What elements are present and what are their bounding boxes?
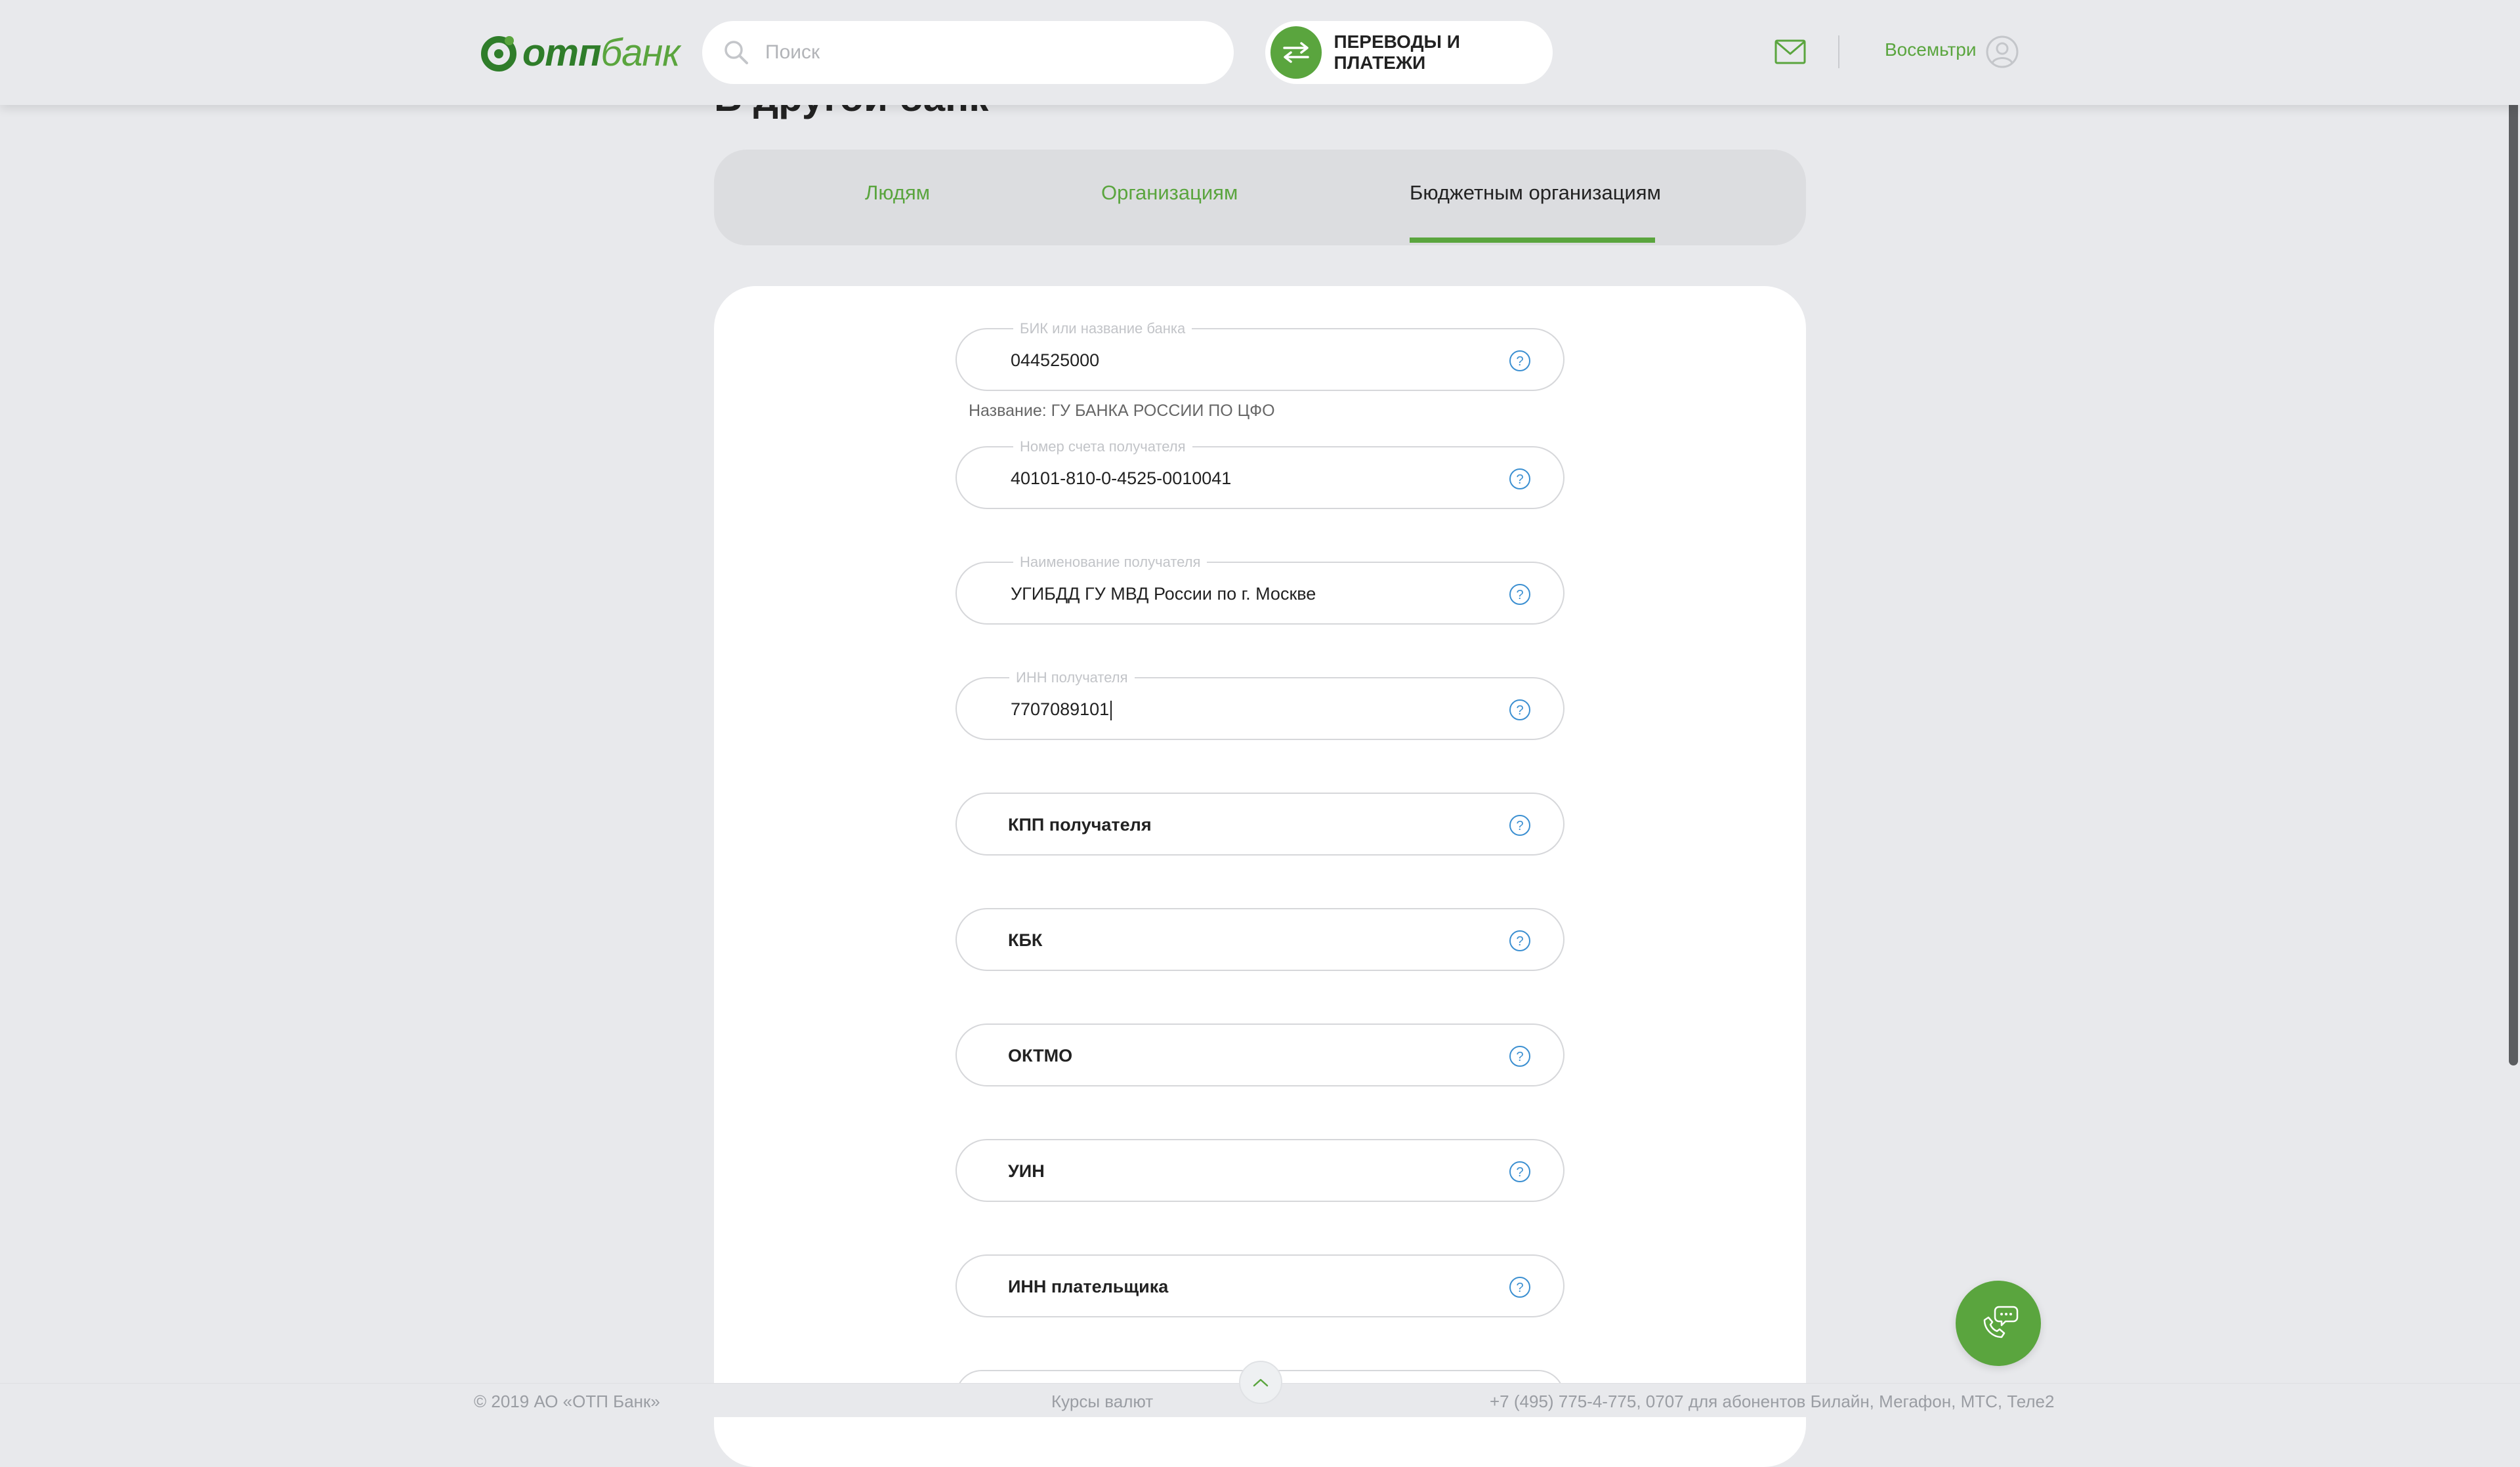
kpp-field[interactable]: КПП получателя ? [956, 793, 1564, 856]
help-icon[interactable]: ? [1508, 814, 1532, 837]
tab-budget-organizations[interactable]: Бюджетным организациям [1410, 181, 1661, 205]
bik-field-label: БИК или название банка [1013, 320, 1192, 337]
search-icon [724, 41, 748, 64]
svg-text:?: ? [1516, 1165, 1523, 1180]
recipient-inn-field[interactable]: ИНН получателя 7707089101 ? [956, 669, 1564, 740]
recipient-type-tabs: Людям Организациям Бюджетным организация… [714, 150, 1806, 245]
search-input[interactable] [764, 41, 1210, 64]
header-divider [1838, 35, 1839, 68]
payer-inn-placeholder: ИНН плательщика [1008, 1277, 1169, 1296]
tab-people[interactable]: Людям [865, 181, 930, 205]
svg-text:?: ? [1516, 1050, 1523, 1064]
uin-placeholder: УИН [1008, 1161, 1045, 1181]
recipient-inn-label: ИНН получателя [1009, 669, 1135, 686]
footer-phones: +7 (495) 775-4-775, 0707 для абонентов Б… [1490, 1392, 2055, 1411]
oktmo-field[interactable]: ОКТМО ? [956, 1023, 1564, 1086]
active-tab-indicator [1410, 238, 1655, 243]
help-icon[interactable]: ? [1508, 1044, 1532, 1068]
recipient-account-label: Номер счета получателя [1013, 438, 1192, 455]
help-icon[interactable]: ? [1508, 583, 1532, 606]
svg-text:?: ? [1516, 354, 1523, 369]
recipient-account-value: 40101-810-0-4525-0010041 [1011, 468, 1232, 488]
user-avatar-icon[interactable] [1986, 35, 2019, 68]
otp-bank-logo[interactable]: отпбанк [479, 31, 681, 75]
footer-exchange-rates-link[interactable]: Курсы валют [1051, 1392, 1153, 1412]
help-icon[interactable]: ? [1508, 929, 1532, 953]
mail-icon[interactable] [1774, 39, 1806, 64]
transfers-label: ПЕРЕВОДЫ И ПЛАТЕЖИ [1334, 31, 1460, 73]
recipient-name-field[interactable]: Наименование получателя УГИБДД ГУ МВД Ро… [956, 554, 1564, 625]
bik-field[interactable]: БИК или название банка 044525000 ? [956, 320, 1564, 391]
chevron-up-icon [1253, 1378, 1269, 1387]
otp-logo-mark-icon [481, 36, 516, 72]
scrollbar-thumb[interactable] [2509, 79, 2518, 1065]
help-icon[interactable]: ? [1508, 698, 1532, 722]
uin-field[interactable]: УИН ? [956, 1139, 1564, 1202]
help-icon[interactable]: ? [1508, 349, 1532, 373]
footer-copyright: © 2019 АО «ОТП Банк» [474, 1392, 660, 1411]
logo-text-otp: отп [522, 31, 601, 74]
search-box[interactable] [702, 21, 1234, 84]
phone-chat-icon [1983, 1306, 2019, 1338]
scroll-to-top-button[interactable] [1239, 1361, 1282, 1404]
svg-text:?: ? [1516, 934, 1523, 949]
svg-text:?: ? [1516, 703, 1523, 718]
bank-name-text: Название: ГУ БАНКА РОССИИ ПО ЦФО [969, 402, 1275, 420]
recipient-inn-value: 7707089101 [1011, 698, 1112, 720]
recipient-name-value: УГИБДД ГУ МВД России по г. Москве [1011, 584, 1316, 604]
user-name-link[interactable]: Восемьтри [1885, 39, 1977, 60]
logo-text: отпбанк [522, 31, 681, 75]
kbk-field[interactable]: КБК ? [956, 908, 1564, 971]
arrows-exchange-icon [1283, 42, 1309, 63]
svg-text:?: ? [1516, 1281, 1523, 1295]
recipient-name-label: Наименование получателя [1013, 554, 1208, 571]
help-icon[interactable]: ? [1508, 467, 1532, 491]
payer-inn-field[interactable]: ИНН плательщика ? [956, 1254, 1564, 1317]
recipient-inn-text: 7707089101 [1011, 699, 1110, 719]
top-navigation-bar: отпбанк ПЕРЕВОДЫ И ПЛАТЕЖИ Восемьтри [0, 0, 2520, 105]
bik-field-value: 044525000 [1011, 350, 1100, 370]
support-chat-button[interactable] [1956, 1281, 2041, 1366]
kpp-placeholder: КПП получателя [1008, 815, 1152, 835]
kbk-placeholder: КБК [1008, 930, 1043, 950]
transfers-icon-circle [1270, 26, 1322, 79]
svg-text:?: ? [1516, 588, 1523, 602]
help-icon[interactable]: ? [1508, 1275, 1532, 1299]
recipient-account-field[interactable]: Номер счета получателя 40101-810-0-4525-… [956, 438, 1564, 509]
logo-text-bank: банк [600, 31, 680, 74]
text-cursor [1110, 700, 1112, 720]
svg-text:?: ? [1516, 819, 1523, 833]
tab-organizations[interactable]: Организациям [1101, 181, 1238, 205]
svg-text:?: ? [1516, 472, 1523, 487]
transfers-and-payments-button[interactable]: ПЕРЕВОДЫ И ПЛАТЕЖИ [1265, 21, 1553, 84]
help-icon[interactable]: ? [1508, 1160, 1532, 1184]
oktmo-placeholder: ОКТМО [1008, 1046, 1073, 1065]
